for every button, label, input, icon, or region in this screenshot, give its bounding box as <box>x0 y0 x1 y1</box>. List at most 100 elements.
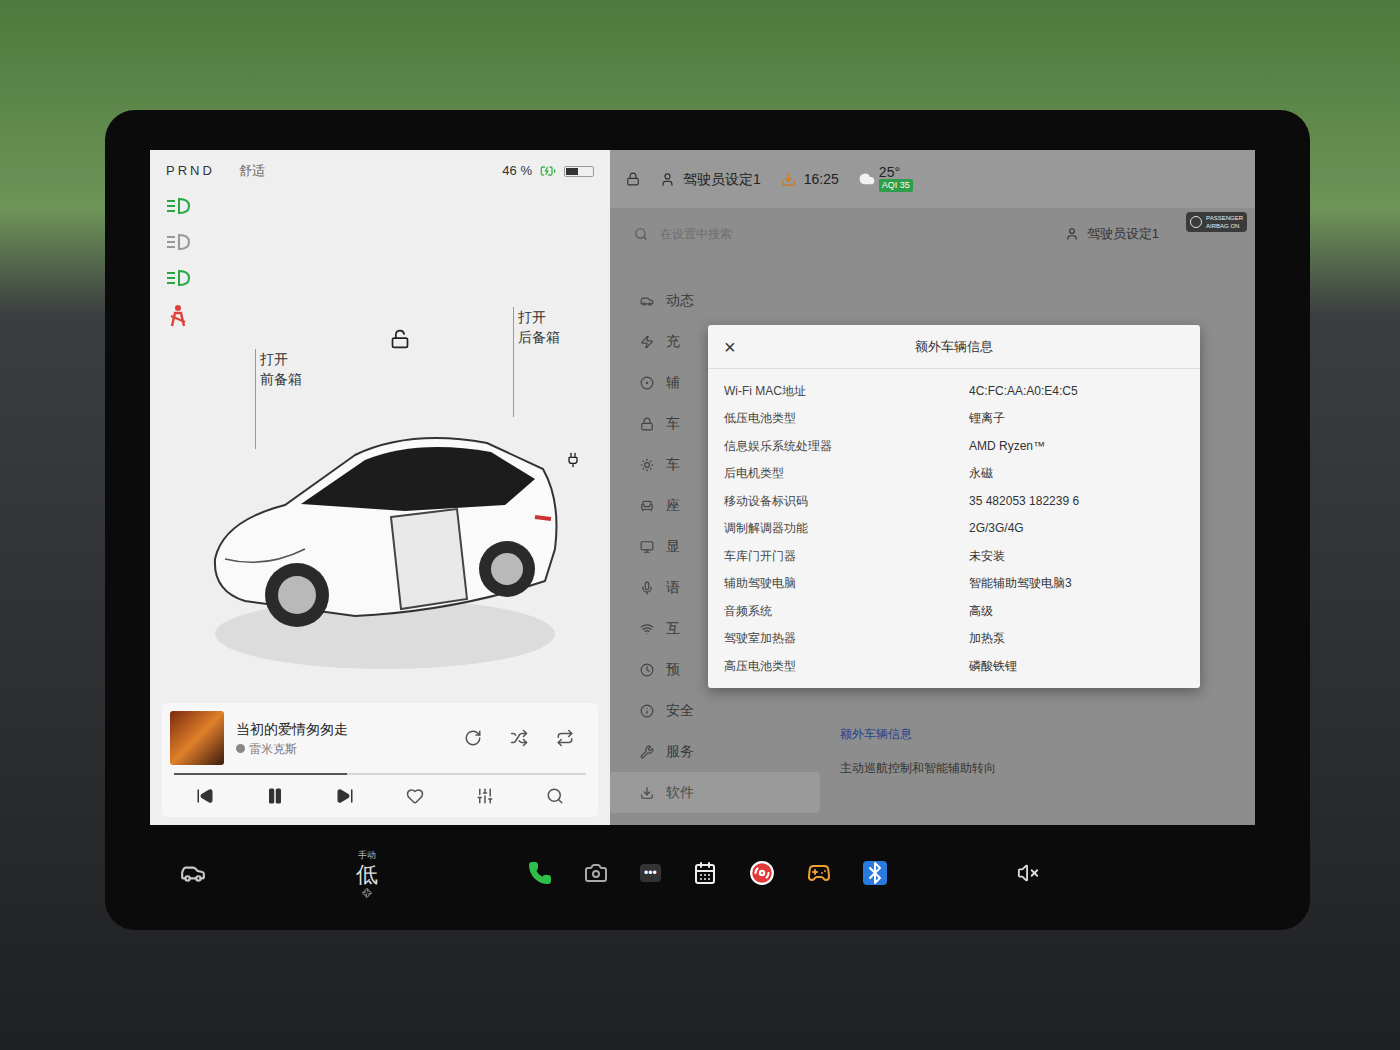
info-row: 信息娱乐系统处理器AMD Ryzen™ <box>708 432 1200 460</box>
menu-icon <box>640 376 654 390</box>
settings-profile[interactable]: 驾驶员设定1 <box>1087 224 1159 244</box>
settings-search[interactable]: 在设置中搜索 <box>626 225 732 243</box>
menu-icon <box>640 417 654 431</box>
menu-icon <box>640 540 654 554</box>
menu-icon <box>640 622 654 636</box>
car-area: 打开前备箱 打开后备箱 <box>150 184 610 703</box>
equalizer-icon[interactable] <box>476 787 494 805</box>
menu-icon <box>640 704 654 718</box>
lock-status-icon <box>626 172 640 186</box>
toybox-icon[interactable] <box>807 861 831 885</box>
track-title: 当初的爱情匆匆走 <box>236 719 452 740</box>
seatbelt-warning-icon <box>166 304 190 328</box>
vehicle-info-link[interactable]: 额外车辆信息 <box>840 725 1255 743</box>
charging-icon <box>540 163 556 179</box>
update-icon[interactable] <box>781 172 796 187</box>
progress-track[interactable] <box>174 773 586 775</box>
pause-icon[interactable] <box>266 787 284 805</box>
settings-panel: 驾驶员设定116:2525°AQI 35在设置中搜索驾驶员设定1动态充辅车车座显… <box>610 150 1255 825</box>
album-art[interactable] <box>170 711 224 765</box>
close-button[interactable]: × <box>724 337 744 357</box>
track-artist: 雷米克斯 <box>249 740 297 758</box>
info-row: 调制解调器功能2G/3G/4G <box>708 515 1200 543</box>
photo: PRND 舒适 46 % 打开前备箱 打开后备箱当初的爱情匆匆走雷米克斯 驾驶员设定1 16… <box>0 0 1400 1050</box>
battery-meter <box>564 166 594 177</box>
shuffle-icon[interactable] <box>510 729 528 747</box>
info-row: 音频系统高级 <box>708 597 1200 625</box>
previous-icon[interactable] <box>196 787 214 805</box>
menu-icon <box>640 663 654 677</box>
info-row: 后电机类型永磁 <box>708 460 1200 488</box>
gear-selector: PRND <box>166 161 215 181</box>
clock: 16:25 <box>804 169 839 190</box>
dialog-title: 额外车辆信息 <box>744 337 1184 357</box>
top-bar: 驾驶员设定1 16:25 25°AQI 35 <box>610 150 1255 208</box>
airbag-icon <box>1190 216 1202 228</box>
climate-control[interactable]: 手动低 <box>356 848 378 898</box>
settings-menu-item[interactable]: 安全 <box>610 690 820 731</box>
more-apps-button[interactable]: ••• <box>640 864 661 882</box>
airbag-badge: PASSENGERAIRBAG ON <box>1186 212 1247 232</box>
drive-mode[interactable]: 舒适 <box>239 161 265 181</box>
trunk-button[interactable]: 打开后备箱 <box>513 307 560 417</box>
settings-menu-item[interactable]: 动态 <box>610 280 820 321</box>
frunk-button[interactable]: 打开前备箱 <box>255 349 302 449</box>
settings-menu-item[interactable]: 软件 <box>610 772 820 813</box>
menu-icon <box>640 294 654 308</box>
settings-menu-item[interactable]: 服务 <box>610 731 820 772</box>
car-canvas: 打开前备箱 打开后备箱 <box>205 184 610 703</box>
like-icon[interactable] <box>406 787 424 805</box>
info-row: Wi-Fi MAC地址4C:FC:AA:A0:E4:C5 <box>708 377 1200 405</box>
battery-fill <box>566 168 578 175</box>
status-row: PRND 舒适 46 % <box>150 150 610 184</box>
parking-light-icon[interactable] <box>165 268 191 288</box>
fan-icon <box>362 888 372 898</box>
car-model-icon <box>205 409 565 679</box>
menu-icon <box>640 499 654 513</box>
info-row: 驾驶室加热器加热泵 <box>708 625 1200 653</box>
app-launcher: ••• <box>528 860 887 886</box>
next-icon[interactable] <box>336 787 354 805</box>
info-row: 移动设备标识码35 482053 182239 6 <box>708 487 1200 515</box>
settings-header: 在设置中搜索 驾驶员设定1 <box>610 208 1255 260</box>
calendar-icon[interactable] <box>693 861 717 885</box>
charge-port-button[interactable] <box>565 452 581 468</box>
menu-icon <box>640 786 654 800</box>
info-row: 车库门开门器未安装 <box>708 542 1200 570</box>
source-dot-icon <box>236 744 245 753</box>
plug-icon[interactable] <box>565 452 581 468</box>
progress-fill <box>174 773 347 775</box>
autopilot-option[interactable]: 主动巡航控制和智能辅助转向 <box>840 759 1255 777</box>
mute-icon[interactable] <box>1017 862 1039 884</box>
user-icon <box>1065 227 1079 241</box>
weather-icon <box>859 171 875 187</box>
replay-icon[interactable] <box>464 729 482 747</box>
bluetooth-icon[interactable] <box>863 861 887 885</box>
low-beam-icon[interactable] <box>165 196 191 216</box>
battery-percent: 46 % <box>502 161 532 181</box>
auto-high-beam-icon[interactable] <box>165 232 191 252</box>
temperature: 25° <box>879 166 913 179</box>
music-app-icon[interactable] <box>749 860 775 886</box>
car-panel: PRND 舒适 46 % 打开前备箱 打开后备箱当初的爱情匆匆走雷米克斯 <box>150 150 610 825</box>
profile-name[interactable]: 驾驶员设定1 <box>683 169 761 190</box>
lock-button[interactable] <box>390 329 410 349</box>
phone-icon[interactable] <box>528 861 552 885</box>
search-icon <box>634 227 648 241</box>
screen: PRND 舒适 46 % 打开前备箱 打开后备箱当初的爱情匆匆走雷米克斯 驾驶员设定1 16… <box>150 150 1255 825</box>
aqi-badge: AQI 35 <box>879 179 913 192</box>
user-icon <box>660 172 675 187</box>
menu-icon <box>640 745 654 759</box>
media-player: 当初的爱情匆匆走雷米克斯 <box>162 703 598 817</box>
camera-icon[interactable] <box>584 861 608 885</box>
menu-icon <box>640 458 654 472</box>
info-row: 辅助驾驶电脑智能辅助驾驶电脑3 <box>708 570 1200 598</box>
info-row: 低压电池类型锂离子 <box>708 405 1200 433</box>
light-icons <box>150 184 205 703</box>
unlock-icon[interactable] <box>390 329 410 349</box>
repeat-icon[interactable] <box>556 729 574 747</box>
display-bezel: PRND 舒适 46 % 打开前备箱 打开后备箱当初的爱情匆匆走雷米克斯 驾驶员设定1 16… <box>105 110 1310 930</box>
car-icon[interactable] <box>180 860 206 886</box>
search-icon[interactable] <box>546 787 564 805</box>
dock: 手动低 ••• <box>150 825 1255 920</box>
